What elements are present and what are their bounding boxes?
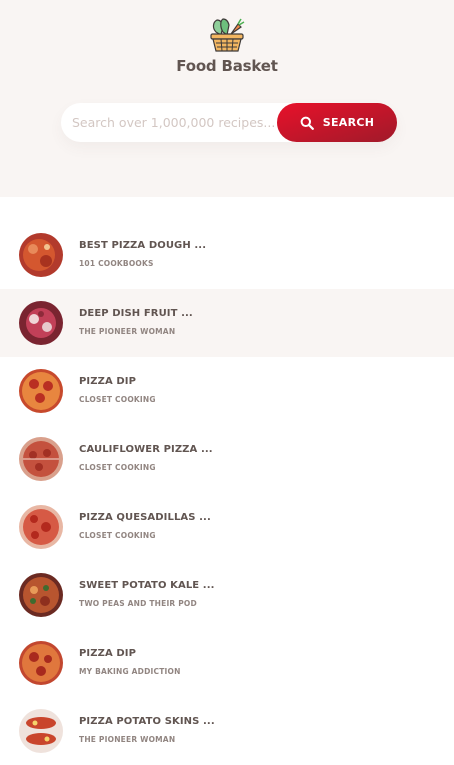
results-list: BEST PIZZA DOUGH ... 101 COOKBOOKS DEEP … (0, 221, 454, 765)
recipe-thumbnail (19, 505, 63, 549)
search-input[interactable] (61, 103, 287, 142)
recipe-thumbnail (19, 369, 63, 413)
recipe-title: PIZZA DIP (79, 648, 137, 659)
recipe-publisher: TWO PEAS AND THEIR POD (79, 599, 197, 608)
recipe-thumbnail (19, 641, 63, 685)
list-item[interactable]: CAULIFLOWER PIZZA ... CLOSET COOKING (0, 425, 454, 493)
recipe-publisher: THE PIONEER WOMAN (79, 735, 176, 744)
recipe-thumbnail (19, 437, 63, 481)
recipe-publisher: MY BAKING ADDICTION (79, 667, 181, 676)
header: Food Basket SEARCH (0, 0, 454, 197)
recipe-thumbnail (19, 573, 63, 617)
list-item[interactable]: DEEP DISH FRUIT ... THE PIONEER WOMAN (0, 289, 454, 357)
list-item[interactable]: PIZZA DIP MY BAKING ADDICTION (0, 629, 454, 697)
list-item[interactable]: PIZZA POTATO SKINS ... THE PIONEER WOMAN (0, 697, 454, 765)
recipe-publisher: THE PIONEER WOMAN (79, 327, 176, 336)
list-item[interactable]: BEST PIZZA DOUGH ... 101 COOKBOOKS (0, 221, 454, 289)
recipe-publisher: CLOSET COOKING (79, 463, 156, 472)
recipe-title: SWEET POTATO KALE ... (79, 580, 215, 591)
recipe-title: PIZZA POTATO SKINS ... (79, 716, 215, 727)
recipe-title: DEEP DISH FRUIT ... (79, 308, 193, 319)
recipe-publisher: CLOSET COOKING (79, 395, 156, 404)
recipe-thumbnail (19, 709, 63, 753)
search-button-label: SEARCH (322, 116, 375, 129)
list-item[interactable]: SWEET POTATO KALE ... TWO PEAS AND THEIR… (0, 561, 454, 629)
app-title: Food Basket (176, 57, 278, 75)
search-bar: SEARCH (61, 103, 397, 142)
recipe-title: PIZZA QUESADILLAS ... (79, 512, 211, 523)
search-icon (300, 116, 314, 130)
recipe-thumbnail (19, 301, 63, 345)
recipe-title: BEST PIZZA DOUGH ... (79, 240, 207, 251)
list-item[interactable]: PIZZA DIP CLOSET COOKING (0, 357, 454, 425)
basket-vegetables-icon[interactable] (207, 16, 247, 54)
recipe-publisher: 101 COOKBOOKS (79, 259, 154, 268)
recipe-thumbnail (19, 233, 63, 277)
recipe-publisher: CLOSET COOKING (79, 531, 156, 540)
recipe-title: CAULIFLOWER PIZZA ... (79, 444, 213, 455)
search-button[interactable]: SEARCH (277, 103, 397, 142)
list-item[interactable]: PIZZA QUESADILLAS ... CLOSET COOKING (0, 493, 454, 561)
recipe-title: PIZZA DIP (79, 376, 137, 387)
